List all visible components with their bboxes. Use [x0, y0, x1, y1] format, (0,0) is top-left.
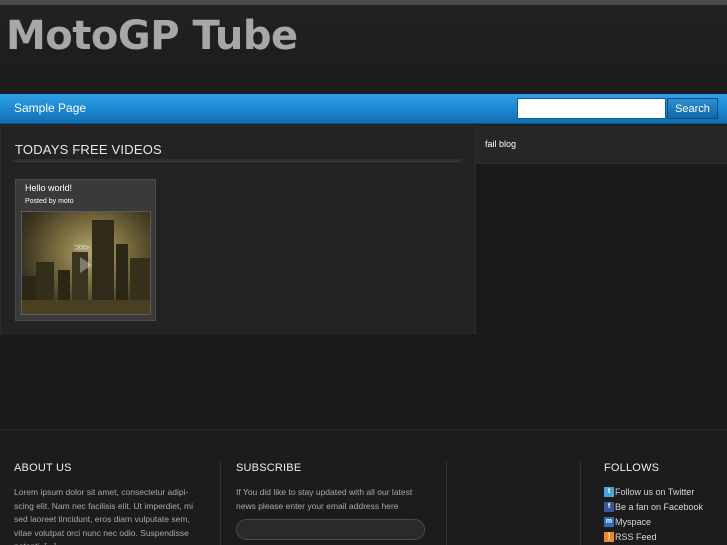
subscribe-heading: SUBSCRIBE	[236, 462, 302, 474]
footer-divider	[220, 461, 221, 545]
follow-facebook-label: Be a fan on Facebook	[615, 502, 704, 512]
email-field[interactable]	[236, 519, 425, 540]
play-icon[interactable]	[80, 257, 92, 273]
nav-item-sample-page[interactable]: Sample Page	[14, 101, 86, 115]
site-title[interactable]: MotoGP Tube	[6, 13, 298, 59]
section-divider	[13, 159, 461, 162]
sidebar-link-fail-blog[interactable]: fail blog	[485, 139, 516, 149]
main-navigation: Sample Page Search	[0, 94, 727, 124]
video-meta: Posted by moto	[25, 198, 74, 205]
site-header: MotoGP Tube	[0, 5, 727, 94]
video-card[interactable]: Hello world! Posted by moto >>>	[15, 179, 156, 321]
rss-icon: )	[604, 532, 614, 542]
follow-facebook-link[interactable]: f Be a fan on Facebook	[604, 502, 703, 512]
follow-twitter-label: Follow us on Twitter	[615, 487, 695, 497]
video-thumbnail[interactable]: >>>	[21, 211, 151, 315]
search-input[interactable]	[517, 98, 666, 119]
video-title[interactable]: Hello world!	[25, 183, 72, 193]
follow-twitter-link[interactable]: t Follow us on Twitter	[604, 487, 694, 497]
subscribe-text: If You did like to stay updated with all…	[236, 487, 413, 511]
footer-divider	[580, 461, 581, 545]
section-title: TODAYS FREE VIDEOS	[15, 142, 162, 157]
sidebar: fail blog	[476, 125, 727, 164]
thumbnail-ground	[22, 300, 150, 314]
about-text: Lorem ipsum dolor sit amet, consectetur …	[14, 487, 194, 545]
footer-divider	[446, 461, 447, 545]
follows-heading: FOLLOWS	[604, 462, 660, 474]
site-footer: ABOUT US Lorem ipsum dolor sit amet, con…	[0, 429, 727, 545]
follow-myspace-label: Myspace	[615, 517, 652, 527]
about-heading: ABOUT US	[14, 462, 72, 474]
follow-myspace-link[interactable]: m Myspace	[604, 517, 651, 527]
follow-rss-label: RSS Feed	[615, 532, 657, 542]
myspace-icon: m	[604, 517, 614, 527]
facebook-icon: f	[604, 502, 614, 512]
search-button[interactable]: Search	[667, 98, 718, 119]
chevron-right-icon: >>>	[74, 242, 89, 254]
main-content: TODAYS FREE VIDEOS Hello world! Posted b…	[0, 125, 476, 334]
twitter-icon: t	[604, 487, 614, 497]
follow-rss-link[interactable]: ) RSS Feed	[604, 532, 657, 542]
